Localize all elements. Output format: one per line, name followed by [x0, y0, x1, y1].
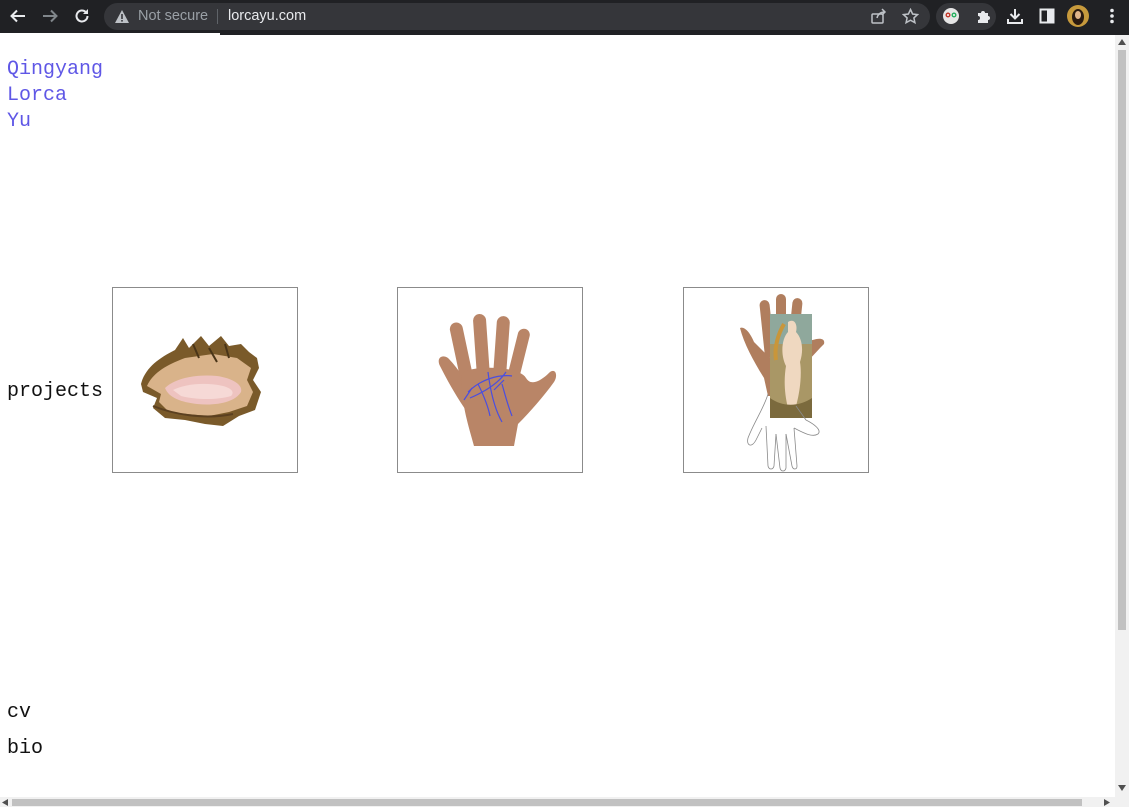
venus-collage-image [740, 294, 825, 472]
extension-face-icon [943, 8, 959, 24]
vertical-scrollbar[interactable] [1115, 35, 1129, 797]
extensions-button[interactable] [971, 5, 995, 27]
vertical-scroll-thumb[interactable] [1118, 50, 1126, 630]
projects-link[interactable]: projects [7, 380, 103, 404]
warning-icon [115, 10, 129, 23]
address-bar[interactable]: Not secure lorcayu.com [104, 3, 930, 30]
puzzle-icon [977, 10, 990, 23]
back-arrow-icon [10, 9, 25, 23]
conch-shell-image [141, 336, 261, 426]
browser-toolbar: Not secure lorcayu.com [0, 0, 1129, 33]
scroll-right-arrow-icon[interactable] [1104, 799, 1110, 806]
avatar [1067, 5, 1089, 27]
scroll-up-arrow-icon[interactable] [1118, 39, 1126, 45]
site-name-line[interactable]: Qingyang [7, 57, 103, 83]
palm-hand-image [438, 314, 557, 446]
project-thumbnail-palm[interactable] [397, 287, 583, 473]
reload-icon [75, 9, 89, 23]
profile-button[interactable] [1066, 5, 1090, 27]
downloads-button[interactable] [1003, 5, 1027, 27]
divider [217, 9, 218, 24]
reload-button[interactable] [70, 5, 94, 27]
forward-arrow-icon [43, 9, 58, 23]
project-thumbnail-venus[interactable] [683, 287, 869, 473]
site-name[interactable]: Qingyang Lorca Yu [7, 57, 103, 135]
download-icon [1007, 9, 1023, 24]
extension-button[interactable] [939, 5, 963, 27]
back-button[interactable] [6, 5, 30, 27]
scroll-down-arrow-icon[interactable] [1118, 785, 1126, 791]
menu-button[interactable] [1100, 5, 1124, 27]
side-panel-button[interactable] [1035, 5, 1059, 27]
scroll-left-arrow-icon[interactable] [2, 799, 8, 806]
site-name-line[interactable]: Yu [7, 109, 103, 135]
site-name-line[interactable]: Lorca [7, 83, 103, 109]
more-vertical-icon [1110, 8, 1114, 24]
forward-button[interactable] [38, 5, 62, 27]
share-icon[interactable] [870, 8, 888, 25]
project-thumbnail-shell[interactable] [112, 287, 298, 473]
horizontal-scroll-thumb[interactable] [12, 799, 1082, 806]
horizontal-scrollbar[interactable] [0, 797, 1129, 807]
cv-link[interactable]: cv [7, 701, 31, 725]
security-label[interactable]: Not secure [138, 7, 208, 26]
url-text[interactable]: lorcayu.com [228, 7, 306, 26]
loading-indicator [0, 33, 220, 35]
bookmark-star-icon[interactable] [902, 8, 919, 25]
side-panel-icon [1039, 8, 1055, 24]
bio-link[interactable]: bio [7, 737, 43, 761]
